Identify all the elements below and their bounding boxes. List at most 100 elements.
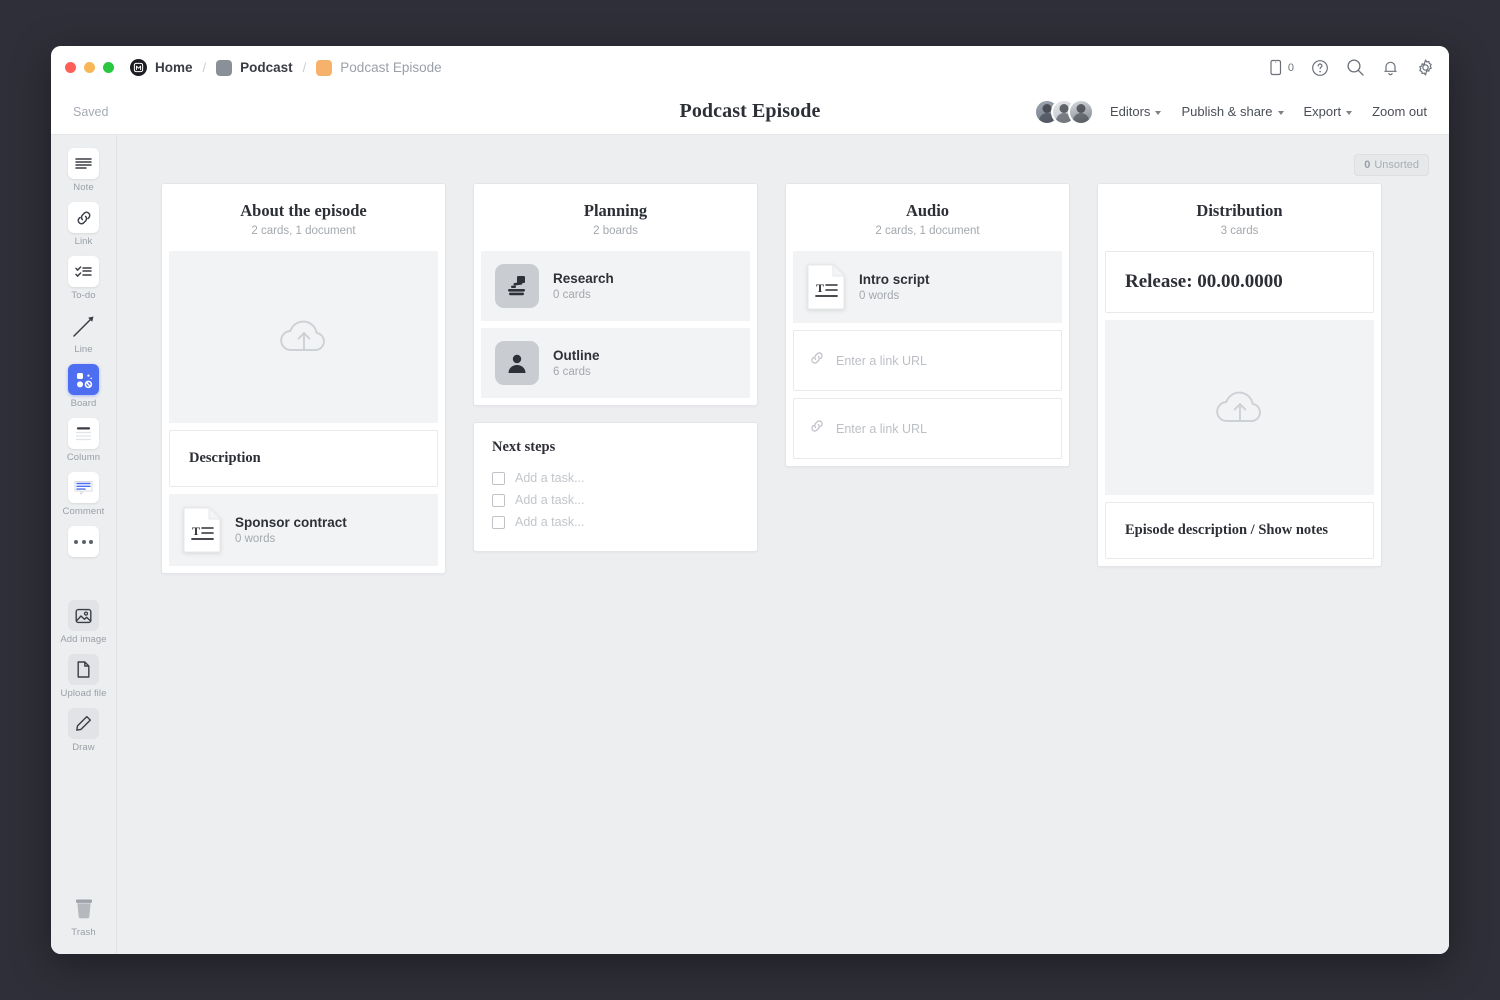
titlebar-actions: 0 xyxy=(1269,58,1435,77)
checkbox-icon[interactable] xyxy=(492,516,505,529)
todo-card-next-steps[interactable]: Next steps Add a task... Add a task... A… xyxy=(473,422,758,552)
notifications-icon[interactable] xyxy=(1382,59,1399,77)
close-window-button[interactable] xyxy=(65,62,76,73)
sidebar-tool-add-image[interactable]: Add image xyxy=(57,600,111,645)
zoom-out-label: Zoom out xyxy=(1372,104,1427,119)
publish-share-label: Publish & share xyxy=(1181,104,1272,119)
comment-icon xyxy=(68,472,99,503)
note-title: Release: 00.00.0000 xyxy=(1125,271,1283,293)
column-card[interactable]: About the episode 2 cards, 1 document De… xyxy=(161,183,446,574)
file-icon xyxy=(68,654,99,685)
sidebar-more-options[interactable] xyxy=(57,526,111,557)
text-document-icon: T xyxy=(183,507,221,553)
sidebar-tool-line[interactable]: Line xyxy=(57,310,111,355)
column-header: Distribution 3 cards xyxy=(1098,184,1381,251)
orange-board-icon xyxy=(316,60,332,76)
document-card-sponsor-contract[interactable]: T Sponsor contract 0 words xyxy=(169,494,438,566)
sidebar-tool-label: Column xyxy=(67,452,100,463)
export-label: Export xyxy=(1304,104,1342,119)
chevron-down-icon xyxy=(1278,111,1284,115)
sidebar-tool-label: Line xyxy=(74,344,92,355)
sidebar-tool-label: Upload file xyxy=(61,688,107,699)
sidebar-tool-todo[interactable]: To-do xyxy=(57,256,111,301)
export-button[interactable]: Export xyxy=(1304,104,1353,119)
editors-label: Editors xyxy=(1110,104,1150,119)
document-subtitle: 0 words xyxy=(859,290,930,302)
checkbox-icon[interactable] xyxy=(492,494,505,507)
sidebar-tool-draw[interactable]: Draw xyxy=(57,708,111,753)
board-subtitle: 0 cards xyxy=(553,289,614,301)
link-input-card-1[interactable]: Enter a link URL xyxy=(793,330,1062,391)
board-title: Outline xyxy=(553,348,600,363)
trash-icon xyxy=(68,893,99,924)
search-icon[interactable] xyxy=(1346,58,1365,77)
pencil-icon xyxy=(68,708,99,739)
help-icon[interactable] xyxy=(1311,59,1329,77)
sidebar-tool-column[interactable]: Column xyxy=(57,418,111,463)
document-card-intro-script[interactable]: T Intro script 0 words xyxy=(793,251,1062,323)
breadcrumb-item-podcast-episode[interactable]: Podcast Episode xyxy=(316,60,441,76)
unsorted-badge[interactable]: 0 Unsorted xyxy=(1354,154,1429,176)
sidebar-tool-comment[interactable]: Comment xyxy=(57,472,111,517)
link-input-card-2[interactable]: Enter a link URL xyxy=(793,398,1062,459)
note-icon xyxy=(68,148,99,179)
maximize-window-button[interactable] xyxy=(103,62,114,73)
column-items: Research 0 cards Outline 6 c xyxy=(474,251,757,405)
todo-item[interactable]: Add a task... xyxy=(492,489,739,511)
sidebar-tool-link[interactable]: Link xyxy=(57,202,111,247)
image-upload-placeholder[interactable] xyxy=(1105,320,1374,495)
column-card[interactable]: Audio 2 cards, 1 document T Intro script xyxy=(785,183,1070,467)
column-title: Distribution xyxy=(1110,201,1369,221)
note-card-release-date[interactable]: Release: 00.00.0000 xyxy=(1105,251,1374,313)
sidebar-tool-upload-file[interactable]: Upload file xyxy=(57,654,111,699)
todo-item[interactable]: Add a task... xyxy=(492,467,739,489)
minimize-window-button[interactable] xyxy=(84,62,95,73)
sidebar-tool-note[interactable]: Note xyxy=(57,148,111,193)
board-canvas[interactable]: 0 Unsorted About the episode 2 cards, 1 … xyxy=(117,135,1449,954)
board-card-research[interactable]: Research 0 cards xyxy=(481,251,750,321)
header-actions: Editors Publish & share Export Zoom out xyxy=(1034,99,1427,125)
column-title: About the episode xyxy=(174,201,433,221)
editor-avatars[interactable] xyxy=(1034,99,1094,125)
sidebar-tool-label: Add image xyxy=(60,634,106,645)
cloud-upload-icon xyxy=(1211,385,1269,431)
chevron-down-icon xyxy=(1346,111,1352,115)
document-card-text: Intro script 0 words xyxy=(859,272,930,302)
breadcrumb-item-podcast[interactable]: Podcast xyxy=(216,60,293,76)
column-planning: Planning 2 boards Research 0 cards xyxy=(473,183,758,574)
checkbox-icon[interactable] xyxy=(492,472,505,485)
image-upload-placeholder[interactable] xyxy=(169,251,438,423)
breadcrumb-item-home[interactable]: Home xyxy=(130,59,193,76)
traffic-lights xyxy=(65,62,114,73)
avatar xyxy=(1068,99,1094,125)
link-url-placeholder: Enter a link URL xyxy=(836,354,927,368)
mobile-device-count: 0 xyxy=(1288,62,1294,74)
settings-gear-icon[interactable] xyxy=(1416,58,1435,77)
column-subtitle: 2 cards, 1 document xyxy=(798,225,1057,237)
sidebar-tool-label: Comment xyxy=(63,506,105,517)
note-card-description[interactable]: Description xyxy=(169,430,438,487)
link-icon xyxy=(809,350,825,371)
sidebar-tool-board[interactable]: Board xyxy=(57,364,111,409)
column-items: T Intro script 0 words xyxy=(786,251,1069,466)
line-icon xyxy=(68,310,99,341)
breadcrumb-label-podcast: Podcast xyxy=(240,60,293,75)
column-items: Release: 00.00.0000 Episode description … xyxy=(1098,251,1381,566)
sidebar-tool-label: Board xyxy=(71,398,97,409)
todo-placeholder: Add a task... xyxy=(515,515,584,529)
breadcrumb: Home / Podcast / Podcast Episode xyxy=(130,59,442,76)
title-bar: Home / Podcast / Podcast Episode 0 xyxy=(51,46,1449,89)
milanote-logo-icon xyxy=(130,59,147,76)
column-card[interactable]: Planning 2 boards Research 0 cards xyxy=(473,183,758,406)
sidebar-tool-trash[interactable]: Trash xyxy=(57,893,111,938)
board-subtitle: 6 cards xyxy=(553,366,600,378)
mobile-preview-icon[interactable]: 0 xyxy=(1269,59,1294,76)
zoom-out-button[interactable]: Zoom out xyxy=(1372,104,1427,119)
board-card-outline[interactable]: Outline 6 cards xyxy=(481,328,750,398)
note-card-episode-description[interactable]: Episode description / Show notes xyxy=(1105,502,1374,559)
publish-share-button[interactable]: Publish & share xyxy=(1181,104,1283,119)
column-card[interactable]: Distribution 3 cards Release: 00.00.0000 xyxy=(1097,183,1382,567)
link-icon xyxy=(68,202,99,233)
todo-item[interactable]: Add a task... xyxy=(492,511,739,533)
editors-button[interactable]: Editors xyxy=(1110,104,1161,119)
